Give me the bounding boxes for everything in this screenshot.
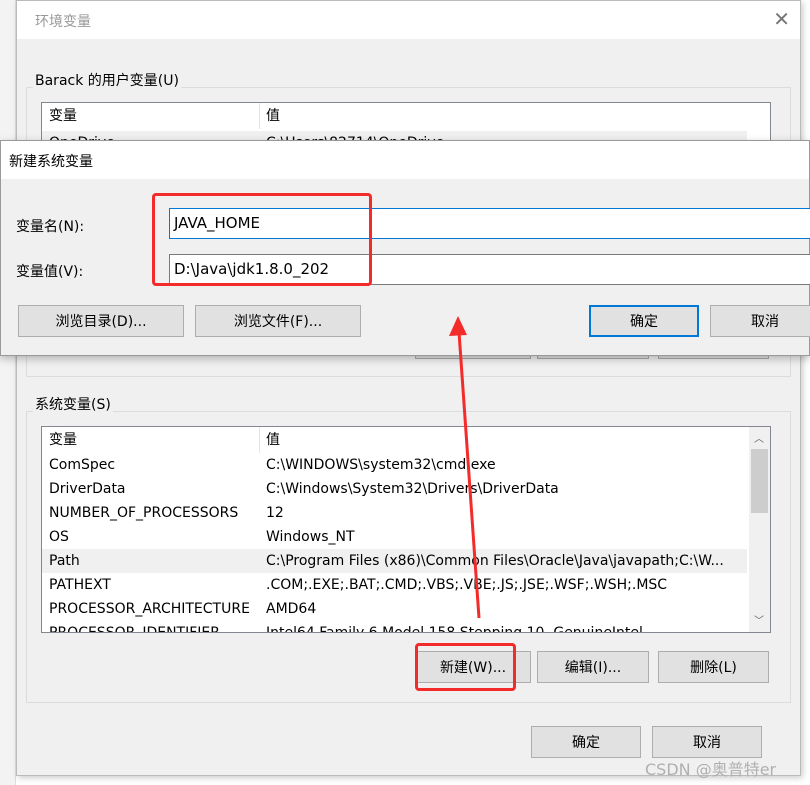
watermark: CSDN @奥普特er (645, 760, 777, 779)
annotation-arrow-icon (449, 316, 481, 619)
